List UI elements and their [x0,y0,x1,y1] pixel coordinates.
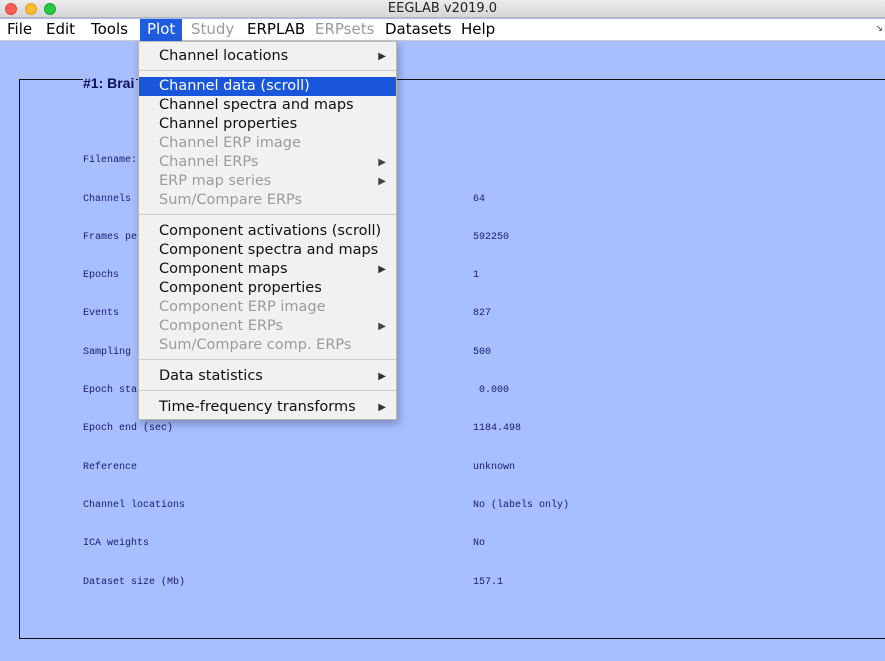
info-label-epoch-start: Epoch sta [83,385,138,396]
chevron-right-icon[interactable]: ↘ [875,23,883,34]
info-value-sampling: 500 [473,347,492,358]
menu-edit[interactable]: Edit [39,19,82,41]
menu-item-component-erp-image[interactable]: Component ERP image [139,298,396,317]
menu-datasets[interactable]: Datasets [378,19,459,41]
menu-item-label: Channel ERP image [159,135,301,151]
menu-item-label: Component spectra and maps [159,242,379,258]
dataset-title: #1: Brai [83,75,137,91]
submenu-arrow-icon: ▶ [378,157,386,168]
menu-separator [139,70,396,71]
info-value-frames: 592250 [473,232,510,243]
menu-item-component-spectra-maps[interactable]: Component spectra and maps [139,241,396,260]
menu-tools[interactable]: Tools [84,19,135,41]
menu-separator [139,214,396,215]
menu-item-channel-properties[interactable]: Channel properties [139,115,396,134]
title-bar: EEGLAB v2019.0 [0,0,885,18]
info-label-events: Events [83,308,120,319]
info-value-epoch-end: 1184.498 [473,423,522,434]
info-label-epochs: Epochs [83,270,120,281]
menu-study[interactable]: Study [184,19,241,41]
menu-item-label: Channel properties [159,116,298,132]
menu-help[interactable]: Help [454,19,502,41]
menu-item-label: Channel ERPs [159,154,259,170]
submenu-arrow-icon: ▶ [378,176,386,187]
plot-menu-dropdown: Channel locations ▶ Channel data (scroll… [138,41,397,420]
submenu-arrow-icon: ▶ [378,264,386,275]
menu-item-label: Channel data (scroll) [159,78,310,94]
menu-item-label: Sum/Compare ERPs [159,192,303,208]
menu-item-sum-compare-erps[interactable]: Sum/Compare ERPs [139,191,396,210]
info-label-ica-weights: ICA weights [83,538,150,549]
menu-item-erp-map-series[interactable]: ERP map series ▶ [139,172,396,191]
menu-item-label: Channel spectra and maps [159,97,354,113]
menu-item-channel-locations[interactable]: Channel locations ▶ [139,47,396,66]
menu-item-data-statistics[interactable]: Data statistics ▶ [139,367,396,386]
submenu-arrow-icon: ▶ [378,402,386,413]
submenu-arrow-icon: ▶ [378,321,386,332]
menu-item-component-erps[interactable]: Component ERPs ▶ [139,317,396,336]
menu-item-component-maps[interactable]: Component maps ▶ [139,260,396,279]
info-value-epoch-start: 0.000 [473,385,510,396]
info-label-reference: Reference [83,462,138,473]
menu-erpsets[interactable]: ERPsets [308,19,381,41]
menu-separator [139,390,396,391]
info-label-filename: Filename: [83,155,138,166]
info-value-events: 827 [473,308,492,319]
menu-erplab[interactable]: ERPLAB [240,19,312,41]
menu-item-label: ERP map series [159,173,272,189]
menu-separator [139,359,396,360]
info-value-reference: unknown [473,462,516,473]
info-label-channels: Channels [83,194,132,205]
window-title: EEGLAB v2019.0 [387,1,498,16]
menu-item-label: Component maps [159,261,288,277]
submenu-arrow-icon: ▶ [378,51,386,62]
menu-item-label: Data statistics [159,368,263,384]
menu-item-channel-erp-image[interactable]: Channel ERP image [139,134,396,153]
menu-item-label: Channel locations [159,48,289,64]
info-label-frames: Frames pe [83,232,138,243]
menu-item-component-activations[interactable]: Component activations (scroll) [139,222,396,241]
info-value-dataset-size: 157.1 [473,577,504,588]
info-label-channel-locations: Channel locations [83,500,186,511]
info-value-channel-locations: No (labels only) [473,500,570,511]
info-value-ica-weights: No [473,538,486,549]
menu-bar: File Edit Tools Plot Study ERPLAB ERPset… [0,19,885,41]
menu-item-channel-spectra-maps[interactable]: Channel spectra and maps [139,96,396,115]
menu-plot[interactable]: Plot [140,19,183,41]
menu-item-channel-data-scroll[interactable]: Channel data (scroll) [139,77,396,96]
info-label-sampling: Sampling [83,347,132,358]
info-label-dataset-size: Dataset size (Mb) [83,577,186,588]
menu-item-label: Component ERPs [159,318,284,334]
menu-item-label: Sum/Compare comp. ERPs [159,337,352,353]
menu-item-channel-erps[interactable]: Channel ERPs ▶ [139,153,396,172]
menu-item-sum-compare-comp-erps[interactable]: Sum/Compare comp. ERPs [139,336,396,355]
menu-item-component-properties[interactable]: Component properties [139,279,396,298]
info-label-epoch-end: Epoch end (sec) [83,423,174,434]
info-value-epochs: 1 [473,270,480,281]
menu-item-label: Component ERP image [159,299,326,315]
menu-item-time-frequency-transforms[interactable]: Time-frequency transforms ▶ [139,398,396,417]
menu-item-label: Time-frequency transforms [159,399,356,415]
menu-item-label: Component properties [159,280,322,296]
menu-item-label: Component activations (scroll) [159,223,382,239]
submenu-arrow-icon: ▶ [378,371,386,382]
menu-file[interactable]: File [0,19,39,41]
info-value-channels: 64 [473,194,486,205]
